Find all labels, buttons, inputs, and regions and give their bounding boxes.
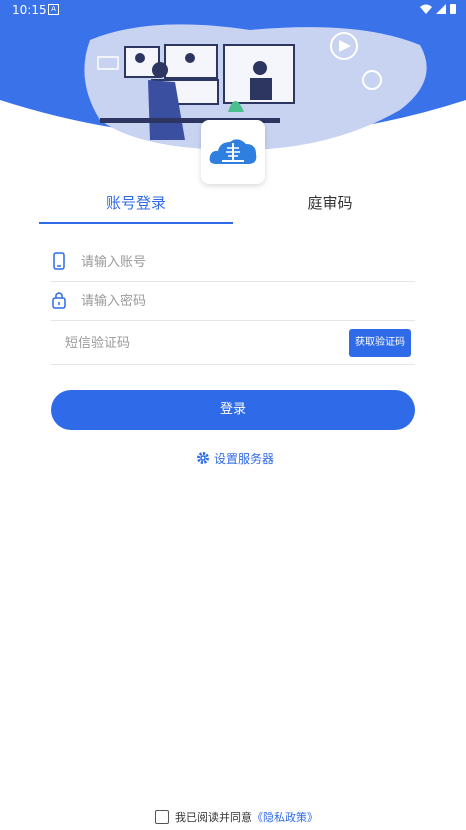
tab-court-code[interactable]: 庭审码 bbox=[233, 188, 427, 222]
status-icons bbox=[420, 3, 456, 14]
privacy-agreement: 我已阅读并同意 《隐私政策》 bbox=[155, 808, 318, 826]
notification-icon: A bbox=[48, 4, 59, 15]
status-bar: 10:15 A bbox=[0, 0, 466, 20]
agreement-text: 我已阅读并同意 bbox=[175, 811, 252, 824]
sms-code-input[interactable] bbox=[63, 324, 337, 362]
account-field bbox=[51, 243, 415, 282]
phone-icon bbox=[53, 252, 65, 270]
login-tabs: 账号登录 庭审码 bbox=[39, 188, 427, 224]
tab-account-login[interactable]: 账号登录 bbox=[39, 188, 233, 224]
privacy-policy-link[interactable]: 《隐私政策》 bbox=[252, 809, 318, 825]
court-logo-icon bbox=[209, 139, 257, 164]
server-settings-label: 设置服务器 bbox=[214, 451, 275, 466]
password-input[interactable] bbox=[79, 282, 403, 320]
wifi-icon bbox=[420, 4, 432, 14]
lock-icon bbox=[52, 292, 66, 309]
account-input[interactable] bbox=[79, 243, 403, 281]
gear-icon bbox=[197, 452, 209, 464]
password-field bbox=[51, 282, 415, 321]
server-settings-link[interactable]: 设置服务器 bbox=[196, 449, 274, 467]
status-time: 10:15 bbox=[12, 3, 47, 17]
app-logo bbox=[201, 120, 265, 184]
get-code-button[interactable]: 获取验证码 bbox=[349, 329, 411, 357]
agree-checkbox[interactable] bbox=[155, 810, 169, 824]
battery-icon bbox=[450, 4, 456, 14]
signal-icon bbox=[436, 3, 446, 14]
login-button[interactable]: 登录 bbox=[51, 390, 415, 430]
